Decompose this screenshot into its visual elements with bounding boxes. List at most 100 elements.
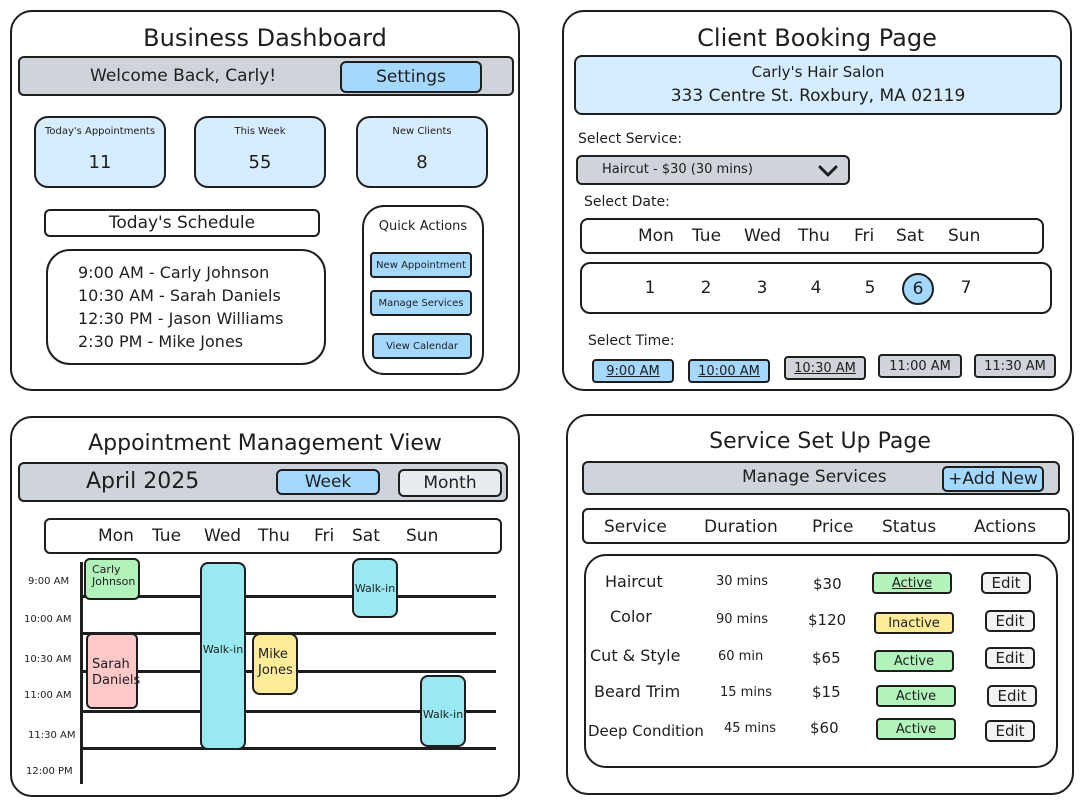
time-slot-10-00[interactable]: 10:00 AM (688, 359, 770, 383)
stat-label: Today's Appointments (44, 126, 156, 137)
appointment-title: Appointment Management View (88, 430, 442, 456)
schedule-item: 9:00 AM - Carly Johnson (78, 263, 270, 282)
date-option[interactable]: 3 (750, 276, 774, 300)
service-select[interactable]: Haircut - $30 (30 mins) (576, 155, 850, 185)
service-price: $65 (812, 649, 841, 667)
view-calendar-button[interactable]: View Calendar (372, 333, 472, 359)
stat-value: 8 (416, 152, 428, 173)
weekday-label: Mon (638, 226, 674, 246)
schedule-list: 9:00 AM - Carly Johnson 10:30 AM - Sarah… (46, 249, 326, 365)
date-option-selected[interactable]: 6 (902, 273, 934, 305)
event-label: Walk-in (354, 581, 396, 595)
stat-card-new-clients: New Clients 8 (356, 116, 488, 188)
add-new-service-button[interactable]: +Add New (942, 466, 1044, 492)
event-carly-johnson[interactable]: Carly Johnson (84, 558, 140, 600)
weekday-label: Sat (896, 226, 924, 246)
time-slot-10-30[interactable]: 10:30 AM (784, 356, 866, 380)
weekday-row: Mon Tue Wed Thu Fri Sat Sun (580, 218, 1044, 254)
week-view-button[interactable]: Week (276, 469, 380, 495)
edit-button[interactable]: Edit (985, 647, 1035, 669)
dashboard-title: Business Dashboard (143, 24, 387, 52)
edit-button[interactable]: Edit (985, 720, 1035, 742)
stat-card-week: This Week 55 (194, 116, 326, 188)
service-duration: 45 mins (724, 721, 776, 736)
event-walk-in-sun[interactable]: Walk-in (420, 675, 466, 747)
column-header: Actions (974, 517, 1037, 537)
service-price: $60 (810, 719, 839, 737)
day-header: Fri (314, 526, 335, 546)
service-name: Beard Trim (594, 682, 681, 701)
day-header: Wed (204, 526, 242, 546)
time-label: 10:00 AM (24, 614, 72, 625)
event-mike-jones[interactable]: Mike Jones (252, 633, 298, 695)
salon-info-box: Carly's Hair Salon 333 Centre St. Roxbur… (574, 55, 1062, 115)
edit-button[interactable]: Edit (981, 572, 1031, 594)
service-name: Color (610, 607, 652, 626)
manage-services-button[interactable]: Manage Services (370, 290, 472, 316)
status-badge-active[interactable]: Active (876, 718, 956, 740)
manage-services-label: Manage Services (742, 467, 887, 487)
time-slot-9-00[interactable]: 9:00 AM (592, 359, 674, 383)
booking-title: Client Booking Page (697, 24, 937, 52)
select-date-label: Select Date: (584, 194, 670, 210)
stat-label: This Week (234, 126, 286, 137)
new-appointment-button[interactable]: New Appointment (370, 252, 472, 278)
weekday-label: Wed (744, 226, 782, 246)
time-slot-11-00[interactable]: 11:00 AM (878, 354, 962, 378)
time-label: 11:30 AM (28, 730, 76, 741)
time-label: 10:30 AM (24, 654, 72, 665)
salon-name: Carly's Hair Salon (751, 63, 885, 81)
column-header: Price (812, 517, 854, 537)
weekday-label: Thu (798, 226, 830, 246)
edit-button[interactable]: Edit (987, 685, 1037, 707)
grid-line (80, 595, 496, 598)
weekday-label: Tue (692, 226, 722, 246)
date-option[interactable]: 2 (694, 276, 718, 300)
services-table-header: Service Duration Price Status Actions (582, 508, 1070, 544)
stat-card-today: Today's Appointments 11 (34, 116, 166, 188)
month-view-button[interactable]: Month (398, 469, 502, 497)
salon-address: 333 Centre St. Roxbury, MA 02119 (670, 86, 966, 106)
date-option[interactable]: 5 (858, 276, 882, 300)
status-badge-active[interactable]: Active (872, 572, 952, 594)
day-header: Tue (152, 526, 182, 546)
column-header: Service (604, 517, 667, 537)
edit-button[interactable]: Edit (985, 610, 1035, 632)
select-time-label: Select Time: (588, 333, 675, 349)
service-duration: 60 min (718, 649, 764, 664)
service-duration: 15 mins (720, 685, 772, 700)
grid-line (80, 747, 496, 750)
stat-value: 55 (248, 152, 272, 173)
service-price: $15 (812, 683, 841, 701)
time-slot-11-30[interactable]: 11:30 AM (974, 354, 1056, 378)
date-row: 1 2 3 4 5 6 7 (580, 262, 1052, 314)
day-header: Sun (406, 526, 439, 546)
select-service-label: Select Service: (578, 131, 683, 147)
status-badge-inactive[interactable]: Inactive (874, 612, 954, 634)
date-option[interactable]: 4 (804, 276, 828, 300)
service-name: Deep Condition (588, 722, 704, 740)
service-name: Cut & Style (590, 646, 681, 665)
stat-label: New Clients (392, 126, 452, 137)
stat-value: 11 (88, 152, 112, 173)
date-option[interactable]: 1 (638, 276, 662, 300)
date-option[interactable]: 7 (954, 276, 978, 300)
event-label: Walk-in (202, 642, 244, 656)
status-badge-active[interactable]: Active (874, 650, 954, 672)
event-sarah-daniels[interactable]: Sarah Daniels (86, 633, 141, 709)
service-duration: 90 mins (716, 612, 768, 627)
event-walk-in-sat[interactable]: Walk-in (352, 558, 398, 618)
event-label: Carly Johnson (92, 563, 136, 588)
event-walk-in-wed[interactable]: Walk-in (200, 562, 246, 750)
quick-actions-title: Quick Actions (378, 219, 468, 234)
event-label: Sarah Daniels (92, 657, 141, 688)
status-badge-active[interactable]: Active (876, 685, 956, 707)
column-header: Status (882, 517, 937, 537)
day-header: Thu (258, 526, 290, 546)
weekday-label: Sun (948, 226, 981, 246)
day-header: Sat (352, 526, 380, 546)
welcome-text: Welcome Back, Carly! (90, 66, 277, 86)
schedule-title: Today's Schedule (44, 209, 320, 237)
settings-button[interactable]: Settings (340, 61, 482, 93)
time-label: 11:00 AM (24, 690, 72, 701)
